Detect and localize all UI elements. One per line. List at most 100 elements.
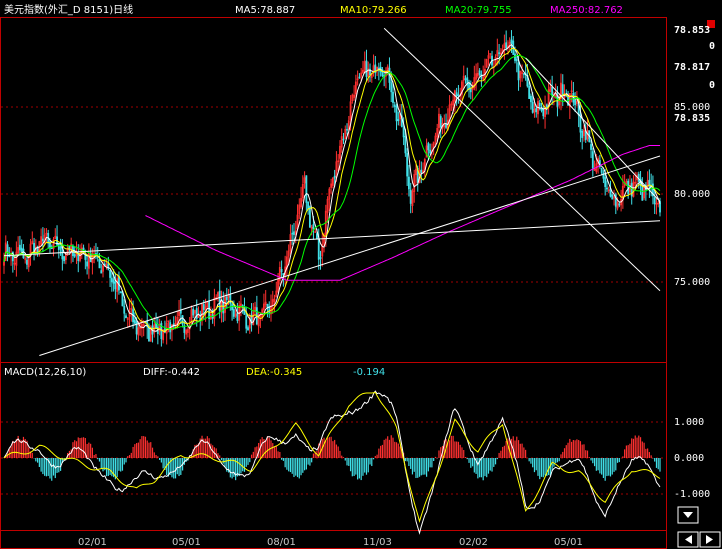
candle: [455, 92, 458, 97]
candle: [22, 248, 25, 259]
candle: [395, 105, 398, 122]
candle: [98, 259, 101, 269]
macd-dea-label: DEA:-0.345: [246, 367, 302, 378]
candle: [133, 319, 136, 324]
candle: [192, 308, 195, 316]
candle: [73, 254, 76, 257]
candle: [181, 315, 184, 325]
candle: [514, 53, 516, 61]
candle: [611, 194, 614, 200]
candle: [653, 197, 656, 205]
candle: [561, 84, 564, 96]
candle: [291, 232, 294, 235]
candle: [245, 315, 248, 329]
macd-label: MACD(12,26,10): [4, 367, 86, 378]
candle: [346, 128, 348, 131]
candle: [342, 138, 345, 141]
candle: [202, 304, 205, 310]
candle: [6, 244, 9, 253]
ma250-label: MA250:82.762: [550, 5, 623, 16]
candle: [604, 177, 607, 187]
date-label: 05/01: [554, 537, 583, 548]
candle: [591, 151, 594, 169]
candle: [538, 102, 541, 107]
candle: [232, 309, 235, 317]
ma10-label: MA10:79.266: [340, 5, 407, 16]
candle: [231, 304, 234, 311]
scroll-down-button[interactable]: [677, 506, 699, 524]
candle: [20, 247, 23, 252]
candle: [316, 233, 318, 239]
candle: [317, 239, 320, 260]
candle: [293, 231, 295, 235]
candle: [618, 203, 621, 206]
candle: [409, 189, 412, 204]
ma5-label: MA5:78.887: [235, 5, 295, 16]
top-value-5: 78.835: [674, 113, 710, 124]
candle: [63, 256, 66, 262]
candle: [236, 313, 239, 321]
candle: [551, 86, 554, 96]
ma250-line: [145, 145, 660, 281]
candle: [517, 62, 520, 81]
candle: [266, 303, 269, 308]
price-tick-label: 80.000: [674, 189, 710, 200]
candle: [195, 308, 198, 319]
candle: [365, 60, 368, 77]
scroll-left-button[interactable]: [677, 531, 699, 548]
candle: [464, 78, 467, 80]
candle: [86, 261, 89, 267]
candle: [393, 104, 396, 107]
candle: [109, 269, 112, 278]
candle: [542, 108, 545, 117]
candle: [222, 301, 225, 314]
candle: [225, 296, 228, 300]
candle: [247, 327, 249, 331]
candle: [305, 175, 308, 203]
candle: [390, 82, 393, 93]
candle: [26, 259, 28, 265]
trendline: [39, 155, 661, 356]
trendline: [3, 220, 661, 257]
date-label: 02/02: [459, 537, 488, 548]
candle: [18, 244, 21, 251]
candle: [307, 201, 310, 210]
candle: [445, 123, 447, 128]
macd-tick-label: 1.000: [674, 417, 704, 428]
macd-diff-label: DIFF:-0.442: [143, 367, 200, 378]
kline-chart[interactable]: 美元指数(外汇_D 8151)日线 MA5:78.887 MA10:79.266…: [0, 0, 722, 549]
candle: [606, 187, 608, 190]
candle: [135, 321, 138, 335]
date-label: 11/03: [363, 537, 392, 548]
date-label: 05/01: [172, 537, 201, 548]
candle: [59, 246, 62, 249]
candle: [528, 85, 531, 99]
candle: [319, 257, 322, 259]
candle: [498, 52, 501, 54]
candle: [404, 136, 407, 154]
series-layer: [3, 27, 661, 535]
candle: [208, 300, 211, 319]
top-value-2: 0: [709, 41, 715, 52]
macd-dea-line: [3, 391, 661, 523]
candle: [531, 101, 534, 113]
macd-diff-line: [3, 390, 661, 535]
candle: [407, 176, 410, 190]
price-tick-label: 75.000: [674, 277, 710, 288]
top-value-3: 78.817: [674, 62, 710, 73]
candle: [590, 144, 592, 150]
candle: [510, 39, 513, 44]
candle: [118, 275, 120, 291]
macd-tick-label: 0.000: [674, 453, 704, 464]
candle: [522, 73, 525, 75]
scroll-right-button[interactable]: [699, 531, 721, 548]
date-label: 08/01: [267, 537, 296, 548]
candle: [581, 130, 584, 138]
candle: [574, 99, 577, 106]
candle: [515, 59, 518, 62]
top-value-4: 0: [709, 80, 715, 91]
candle: [114, 281, 117, 290]
candle: [530, 95, 532, 103]
top-value-1: 78.853: [674, 25, 710, 36]
candle: [429, 149, 432, 154]
